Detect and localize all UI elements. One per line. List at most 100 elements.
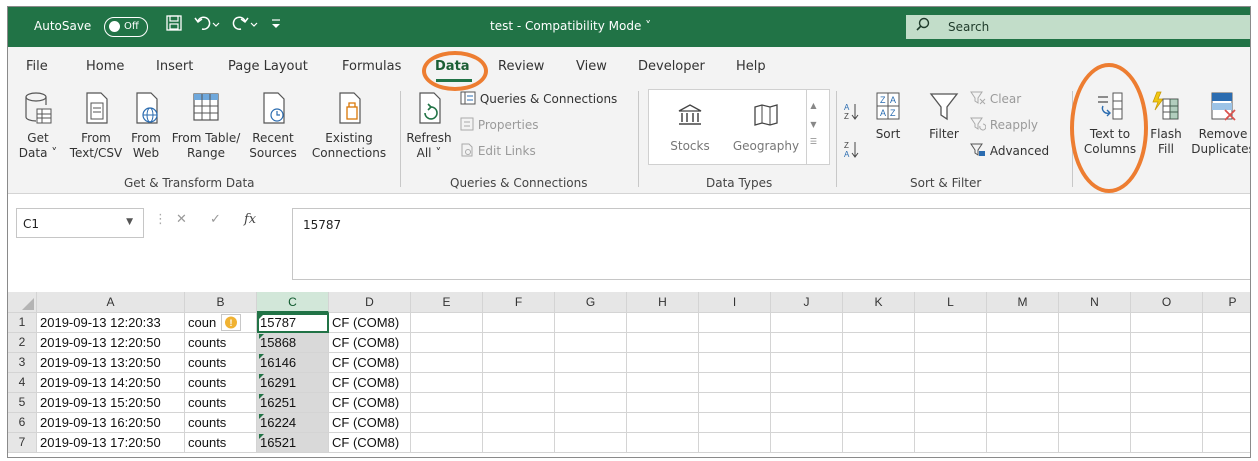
- cell[interactable]: CF (COM8): [329, 313, 411, 333]
- autosave-toggle[interactable]: Off: [104, 17, 148, 37]
- cell[interactable]: [555, 433, 627, 453]
- column-header[interactable]: O: [1131, 292, 1203, 313]
- cell[interactable]: [1059, 313, 1131, 333]
- row-header[interactable]: 7: [8, 433, 37, 453]
- cell[interactable]: CF (COM8): [329, 333, 411, 353]
- column-header[interactable]: L: [915, 292, 987, 313]
- cell[interactable]: counts: [185, 413, 257, 433]
- cell[interactable]: [915, 333, 987, 353]
- cell[interactable]: [843, 393, 915, 413]
- cell[interactable]: [771, 393, 843, 413]
- tab-review[interactable]: Review: [498, 59, 544, 74]
- cell[interactable]: [987, 313, 1059, 333]
- cell[interactable]: [1131, 433, 1203, 453]
- cell[interactable]: [915, 313, 987, 333]
- cell[interactable]: [1131, 373, 1203, 393]
- scroll-down-icon[interactable]: ▼: [807, 120, 820, 129]
- column-header-selected[interactable]: C: [257, 292, 329, 313]
- cell[interactable]: [1059, 353, 1131, 373]
- sort-button[interactable]: ZAAZ Sort: [870, 91, 906, 142]
- cell[interactable]: [987, 373, 1059, 393]
- formula-input[interactable]: 15787: [292, 208, 1250, 280]
- data-types-scroll[interactable]: ▲ ▼ ☰: [806, 89, 820, 165]
- recent-sources-button[interactable]: Recent Sources: [246, 91, 300, 161]
- row-header[interactable]: 2: [8, 333, 37, 353]
- row-header[interactable]: 4: [8, 373, 37, 393]
- cell[interactable]: [627, 353, 699, 373]
- refresh-all-button[interactable]: Refresh All ˅: [406, 91, 452, 161]
- cell[interactable]: [483, 373, 555, 393]
- cell[interactable]: 2019-09-13 13:20:50: [37, 353, 185, 373]
- cell[interactable]: CF (COM8): [329, 353, 411, 373]
- cell[interactable]: [699, 313, 771, 333]
- selected-cell[interactable]: 16291: [257, 373, 329, 393]
- document-title[interactable]: test - Compatibility Mode ˅: [490, 19, 651, 33]
- cell[interactable]: [987, 393, 1059, 413]
- sort-a-z-icon[interactable]: AZ: [844, 101, 860, 124]
- tab-file[interactable]: File: [26, 59, 48, 74]
- cell[interactable]: CF (COM8): [329, 373, 411, 393]
- column-header[interactable]: M: [987, 292, 1059, 313]
- cell[interactable]: [771, 373, 843, 393]
- cell[interactable]: [843, 433, 915, 453]
- cell[interactable]: counts: [185, 333, 257, 353]
- cell[interactable]: [1059, 373, 1131, 393]
- cancel-icon[interactable]: ✕: [176, 212, 187, 227]
- selected-cell[interactable]: 16146: [257, 353, 329, 373]
- column-header[interactable]: B: [185, 292, 257, 313]
- cell[interactable]: [1059, 413, 1131, 433]
- row-header[interactable]: 3: [8, 353, 37, 373]
- selected-cell[interactable]: 15868: [257, 333, 329, 353]
- cell[interactable]: [771, 333, 843, 353]
- cell[interactable]: [1203, 333, 1250, 353]
- tab-data[interactable]: Data: [435, 59, 470, 74]
- column-header[interactable]: E: [411, 292, 483, 313]
- cell[interactable]: [987, 413, 1059, 433]
- properties-button[interactable]: Properties: [460, 117, 538, 132]
- tab-page-layout[interactable]: Page Layout: [228, 59, 308, 74]
- cell[interactable]: [627, 313, 699, 333]
- cell[interactable]: [699, 413, 771, 433]
- cell[interactable]: [699, 393, 771, 413]
- cell[interactable]: [483, 313, 555, 333]
- gallery-more-icon[interactable]: ☰: [807, 137, 820, 146]
- cell[interactable]: [843, 373, 915, 393]
- clear-filter-button[interactable]: Clear: [970, 91, 1021, 106]
- filter-button[interactable]: Filter: [924, 91, 964, 142]
- cell[interactable]: [1059, 433, 1131, 453]
- row-header[interactable]: 1: [8, 313, 37, 333]
- redo-icon[interactable]: [232, 15, 258, 36]
- column-header[interactable]: N: [1059, 292, 1131, 313]
- cell[interactable]: [411, 393, 483, 413]
- flash-fill-button[interactable]: Flash Fill: [1144, 91, 1188, 157]
- cell[interactable]: [1059, 333, 1131, 353]
- cell[interactable]: [915, 373, 987, 393]
- sort-z-a-icon[interactable]: ZA: [844, 139, 860, 162]
- remove-duplicates-button[interactable]: Remove Duplicates: [1190, 91, 1250, 157]
- column-header[interactable]: J: [771, 292, 843, 313]
- cell[interactable]: [627, 333, 699, 353]
- cell[interactable]: [843, 333, 915, 353]
- cell[interactable]: [843, 413, 915, 433]
- select-all-corner[interactable]: [8, 292, 37, 313]
- cell[interactable]: [627, 393, 699, 413]
- column-header[interactable]: P: [1203, 292, 1250, 313]
- cell[interactable]: 2019-09-13 12:20:33: [37, 313, 185, 333]
- column-header[interactable]: F: [483, 292, 555, 313]
- cell[interactable]: [1203, 393, 1250, 413]
- insert-function-icon[interactable]: fx: [244, 212, 256, 227]
- save-icon[interactable]: [166, 15, 182, 36]
- cell[interactable]: [1203, 373, 1250, 393]
- cell[interactable]: CF (COM8): [329, 393, 411, 413]
- cell[interactable]: [555, 313, 627, 333]
- search-box[interactable]: Search: [906, 15, 1250, 39]
- cell[interactable]: [411, 433, 483, 453]
- tab-formulas[interactable]: Formulas: [342, 59, 401, 74]
- column-header[interactable]: G: [555, 292, 627, 313]
- cell[interactable]: [555, 373, 627, 393]
- cell[interactable]: [411, 313, 483, 333]
- active-cell[interactable]: 15787: [257, 313, 329, 333]
- from-table-range-button[interactable]: From Table/ Range: [168, 91, 244, 161]
- column-header[interactable]: D: [329, 292, 411, 313]
- cell[interactable]: [1059, 393, 1131, 413]
